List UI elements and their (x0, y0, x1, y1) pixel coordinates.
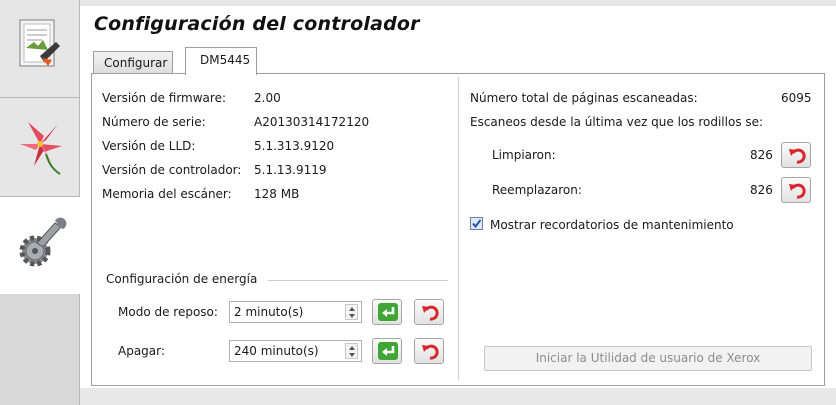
driver-version-label: Versión de controlador: (102, 163, 242, 177)
top-strip (80, 0, 836, 6)
total-pages-value: 6095 (781, 91, 812, 105)
cleaned-label: Limpiaron: (492, 148, 556, 162)
total-pages-label: Número total de páginas escaneadas: (470, 91, 698, 105)
replaced-value: 826 (750, 183, 773, 197)
driver-version-value: 5.1.13.9119 (254, 163, 327, 177)
sleep-reset-button[interactable] (414, 299, 444, 325)
power-off-updown-icon[interactable] (345, 343, 358, 359)
power-off-label: Apagar: (118, 344, 165, 358)
maintenance-reminder-checkbox[interactable] (470, 217, 483, 230)
red-undo-icon (422, 305, 439, 321)
serial-value: A20130314172120 (254, 115, 370, 129)
power-off-value: 240 minuto(s) (234, 344, 319, 358)
serial-label: Número de serie: (102, 115, 206, 129)
energy-group-line (268, 280, 448, 281)
lld-value: 5.1.313.9120 (254, 139, 335, 153)
page-title: Configuración del controlador (94, 13, 420, 35)
launch-xerox-utility-button[interactable]: Iniciar la Utilidad de usuario de Xerox (484, 346, 812, 371)
green-check-arrow-icon (378, 342, 398, 360)
maintenance-reminder-label[interactable]: Mostrar recordatorios de mantenimiento (490, 218, 734, 232)
sidebar-item-device-settings[interactable] (0, 196, 80, 295)
sleep-apply-button[interactable] (372, 299, 402, 325)
bottom-strip (80, 388, 836, 405)
firmware-value: 2.00 (254, 91, 281, 105)
firmware-label: Versión de firmware: (102, 91, 226, 105)
sidebar-item-image[interactable] (0, 98, 79, 197)
sidebar-item-scan-settings[interactable] (0, 0, 79, 98)
panel-divider (458, 77, 459, 380)
power-off-reset-button[interactable] (414, 338, 444, 364)
sleep-mode-value: 2 minuto(s) (234, 305, 304, 319)
memory-label: Memoria del escáner: (102, 187, 232, 201)
red-undo-icon (789, 148, 806, 164)
gear-wrench-icon (19, 217, 67, 267)
power-off-spinner[interactable]: 240 minuto(s) (229, 340, 362, 362)
energy-group-label: Configuración de energía (106, 272, 258, 286)
lld-label: Versión de LLD: (102, 139, 196, 153)
sidebar-empty-area (0, 294, 79, 405)
lily-flower-icon (20, 122, 62, 175)
cleaned-value: 826 (750, 148, 773, 162)
memory-value: 128 MB (254, 187, 300, 201)
red-undo-icon (789, 183, 806, 199)
sidebar (0, 0, 80, 405)
checkmark-icon (472, 219, 482, 229)
power-off-apply-button[interactable] (372, 338, 402, 364)
scan-document-icon (19, 19, 60, 67)
sleep-mode-updown-icon[interactable] (345, 304, 358, 320)
sleep-mode-label: Modo de reposo: (118, 305, 218, 319)
tab-dm5445[interactable]: DM5445 (185, 47, 257, 75)
sleep-mode-spinner[interactable]: 2 minuto(s) (229, 301, 362, 323)
cleaned-reset-button[interactable] (781, 142, 811, 168)
tab-configurar[interactable]: Configurar (93, 51, 173, 74)
replaced-label: Reemplazaron: (492, 183, 582, 197)
red-undo-icon (422, 344, 439, 360)
green-check-arrow-icon (378, 303, 398, 321)
since-rollers-label: Escaneos desde la última vez que los rod… (470, 115, 764, 129)
replaced-reset-button[interactable] (781, 177, 811, 203)
